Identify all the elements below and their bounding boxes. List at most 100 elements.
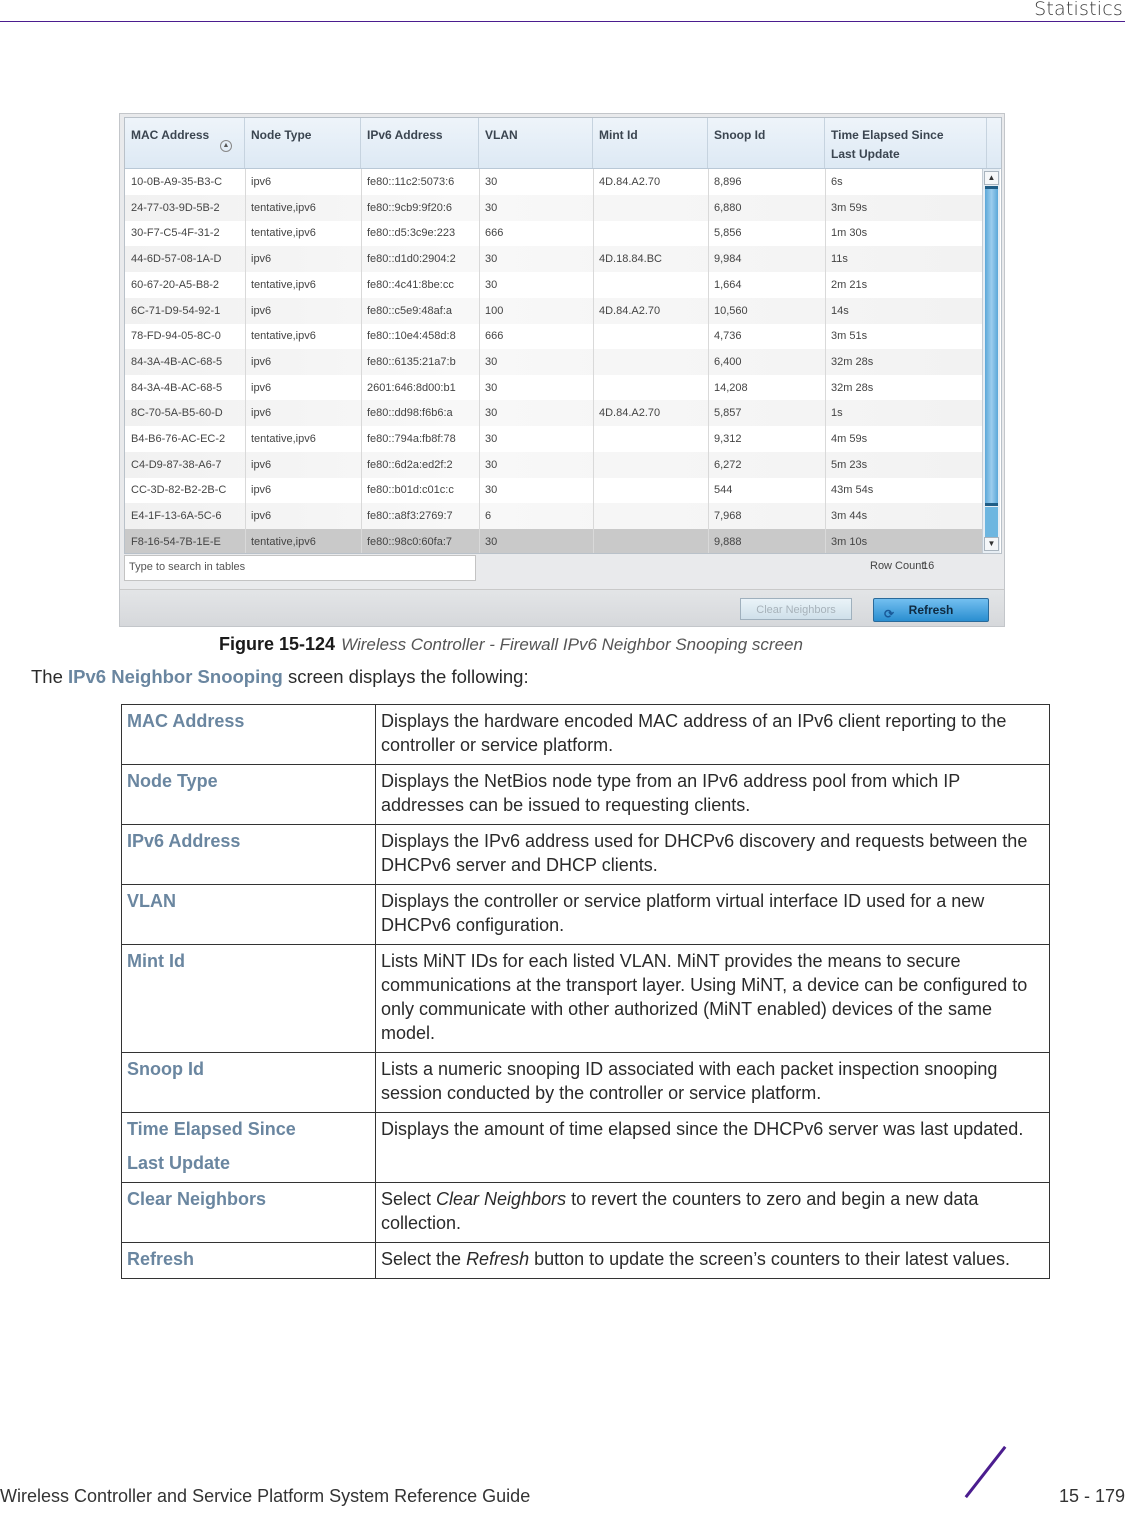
- table-cell: tentative,ipv6: [251, 433, 316, 445]
- table-cell: 4,736: [714, 330, 742, 343]
- table-cell: fe80::d1d0:2904:2: [367, 253, 456, 266]
- table-cell: fe80::6d2a:ed2f:2: [367, 458, 453, 471]
- field-definition: Displays the hardware encoded MAC addres…: [375, 704, 1050, 765]
- table-row[interactable]: E4-1F-13-6A-5C-6 ipv6 fe80::a8f3:2769:7 6 7,…: [125, 503, 987, 530]
- table-row[interactable]: 10-0B-A9-35-B3-C ipv6 fe80::11c2:5073:6 30 4…: [125, 169, 987, 195]
- column-header-label: Time Elapsed Since: [831, 128, 944, 142]
- column-divider: [593, 169, 594, 553]
- table-row[interactable]: 6C-71-D9-54-92-1 ipv6 fe80::c5e9:48af:a 100…: [125, 297, 987, 324]
- column-header[interactable]: Snoop Id: [708, 118, 825, 168]
- description-row: MAC Address Displays the hardware encoded…: [121, 704, 1050, 765]
- table-cell: [593, 272, 708, 298]
- table-cell: fe80::794a:fb8f:78: [367, 433, 456, 445]
- table-row[interactable]: 78-FD-94-05-8C-0 tentative,ipv6 fe80::10e4…: [125, 323, 987, 349]
- table-cell: 14,208: [714, 381, 748, 394]
- table-cell: 2601:646:8d00:b1: [367, 381, 456, 394]
- refresh-button[interactable]: ⟳ Refresh: [873, 598, 989, 622]
- table-row[interactable]: 84-3A-4B-AC-68-5 ipv6 fe80::6135:21a7:b 30 6…: [125, 348, 987, 375]
- column-header[interactable]: VLAN: [479, 118, 593, 168]
- table-cell: [593, 503, 708, 529]
- grid-header: MAC Address ▲ Node Type IPv6 Address VLAN Min…: [125, 118, 1001, 169]
- sort-ascending-icon[interactable]: ▲: [220, 140, 232, 152]
- field-definition: Lists a numeric snooping ID associated w…: [375, 1052, 1050, 1113]
- table-cell: tentative,ipv6: [251, 201, 316, 214]
- table-row[interactable]: 60-67-20-A5-B8-2 tentative,ipv6 fe80::4c41…: [125, 272, 987, 298]
- field-term-label: IPv6 Address: [127, 831, 241, 851]
- table-cell: 44-6D-57-08-1A-D: [131, 253, 222, 266]
- table-cell: ipv6: [251, 484, 272, 497]
- grid-body: 10-0B-A9-35-B3-C ipv6 fe80::11c2:5073:6 30 4…: [125, 169, 1001, 553]
- column-header-label: Node Type: [251, 128, 312, 142]
- table-cell: 30: [485, 407, 498, 420]
- table-cell: 3m 44s: [831, 510, 868, 523]
- field-definition: Displays the NetBios node type from an I…: [375, 764, 1050, 825]
- description-row: Refresh Select the Refresh button to upda…: [121, 1242, 1050, 1279]
- table-cell: 30: [485, 253, 498, 266]
- table-cell: 60-67-20-A5-B8-2: [131, 278, 220, 291]
- table-cell: fe80::4c41:8be:cc: [367, 278, 454, 291]
- description-row: VLAN Displays the controller or service p…: [121, 884, 1050, 945]
- table-row[interactable]: 30-F7-C5-4F-31-2 tentative,ipv6 fe80::d5:3…: [125, 220, 987, 246]
- table-cell: fe80::6135:21a7:b: [367, 355, 456, 368]
- description-row: Node Type Displays the NetBios node type …: [121, 764, 1050, 825]
- intro-paragraph: The IPv6 Neighbor Snooping screen displa…: [31, 666, 529, 688]
- table-row[interactable]: 44-6D-57-08-1A-D ipv6 fe80::d1d0:2904:2 30 4…: [125, 246, 987, 273]
- table-cell: 6,880: [714, 201, 742, 214]
- column-header[interactable]: Node Type: [245, 118, 361, 168]
- field-definition: Select Clear Neighbors to revert the cou…: [375, 1182, 1050, 1243]
- clear-neighbors-button[interactable]: Clear Neighbors: [740, 598, 852, 620]
- field-definition: Displays the IPv6 address used for DHCPv…: [375, 824, 1050, 885]
- table-cell: 14s: [831, 304, 849, 317]
- table-cell: ipv6: [251, 355, 272, 368]
- table-cell: fe80::b01d:c01c:c: [367, 484, 454, 497]
- scroll-up-arrow-icon[interactable]: ▲: [984, 171, 999, 185]
- field-term-label: Time Elapsed Since: [127, 1119, 296, 1139]
- table-cell: 43m 54s: [831, 484, 874, 497]
- table-cell: 3m 10s: [831, 535, 868, 548]
- table-cell: [593, 375, 708, 401]
- table-cell: 2m 21s: [831, 278, 868, 291]
- table-row[interactable]: F8-16-54-7B-1E-E tentative,ipv6 fe80::98c0…: [125, 528, 987, 553]
- table-cell: 5,857: [714, 407, 742, 420]
- description-row: Clear Neighbors Select Clear Neighbors to…: [121, 1182, 1050, 1243]
- table-cell: 1,664: [714, 278, 742, 291]
- field-term-label: Node Type: [127, 771, 218, 791]
- table-cell: 10,560: [714, 304, 748, 317]
- scroll-down-arrow-icon[interactable]: ▼: [984, 537, 999, 551]
- table-row[interactable]: CC-3D-82-B2-2B-C ipv6 fe80::b01d:c01c:c 30 5…: [125, 477, 987, 503]
- table-cell: 30: [485, 535, 498, 548]
- column-header[interactable]: Time Elapsed Since Last Update: [825, 118, 987, 168]
- table-cell: 4D.84.A2.70: [599, 407, 661, 420]
- table-cell: B4-B6-76-AC-EC-2: [131, 433, 226, 445]
- field-term-label: MAC Address: [127, 711, 245, 731]
- table-row[interactable]: 84-3A-4B-AC-68-5 ipv6 2601:646:8d00:b1 30 14…: [125, 375, 987, 401]
- table-search-input[interactable]: Type to search in tables: [124, 555, 476, 581]
- field-term: MAC Address: [121, 704, 376, 765]
- definition-text: button to update the screen’s counters t…: [529, 1249, 1011, 1269]
- table-cell: 30: [485, 355, 498, 368]
- table-cell: [593, 426, 708, 452]
- table-row[interactable]: 24-77-03-9D-5B-2 tentative,ipv6 fe80::9cb9…: [125, 194, 987, 221]
- scroll-thumb[interactable]: [985, 186, 998, 506]
- row-count-value: 16: [922, 560, 935, 572]
- table-cell: E4-1F-13-6A-5C-6: [131, 510, 222, 523]
- table-row[interactable]: C4-D9-87-38-A6-7 ipv6 fe80::6d2a:ed2f:2 30 6…: [125, 451, 987, 478]
- table-row[interactable]: B4-B6-76-AC-EC-2 tentative,ipv6 fe80::794a…: [125, 426, 987, 452]
- column-header-label: VLAN: [485, 128, 518, 142]
- intro-highlight: IPv6 Neighbor Snooping: [68, 666, 283, 687]
- vertical-scrollbar[interactable]: ▲ ▼: [982, 169, 1000, 553]
- column-header[interactable]: IPv6 Address: [361, 118, 479, 168]
- table-cell: tentative,ipv6: [251, 535, 316, 548]
- table-cell: ipv6: [251, 510, 272, 523]
- neighbor-snooping-grid: MAC Address ▲ Node Type IPv6 Address VLAN Min…: [124, 117, 1002, 554]
- column-header[interactable]: Mint Id: [593, 118, 708, 168]
- table-cell: 9,888: [714, 535, 742, 548]
- scroll-track[interactable]: [985, 507, 998, 537]
- table-row[interactable]: 8C-70-5A-B5-60-D ipv6 fe80::dd98:f6b6:a 30 4…: [125, 400, 987, 427]
- table-cell: 10-0B-A9-35-B3-C: [131, 176, 223, 188]
- refresh-button-label: Refresh: [908, 603, 954, 617]
- column-divider: [245, 169, 246, 553]
- table-cell: 6,400: [714, 355, 742, 368]
- column-header[interactable]: MAC Address ▲: [125, 118, 245, 168]
- table-cell: fe80::dd98:f6b6:a: [367, 407, 453, 420]
